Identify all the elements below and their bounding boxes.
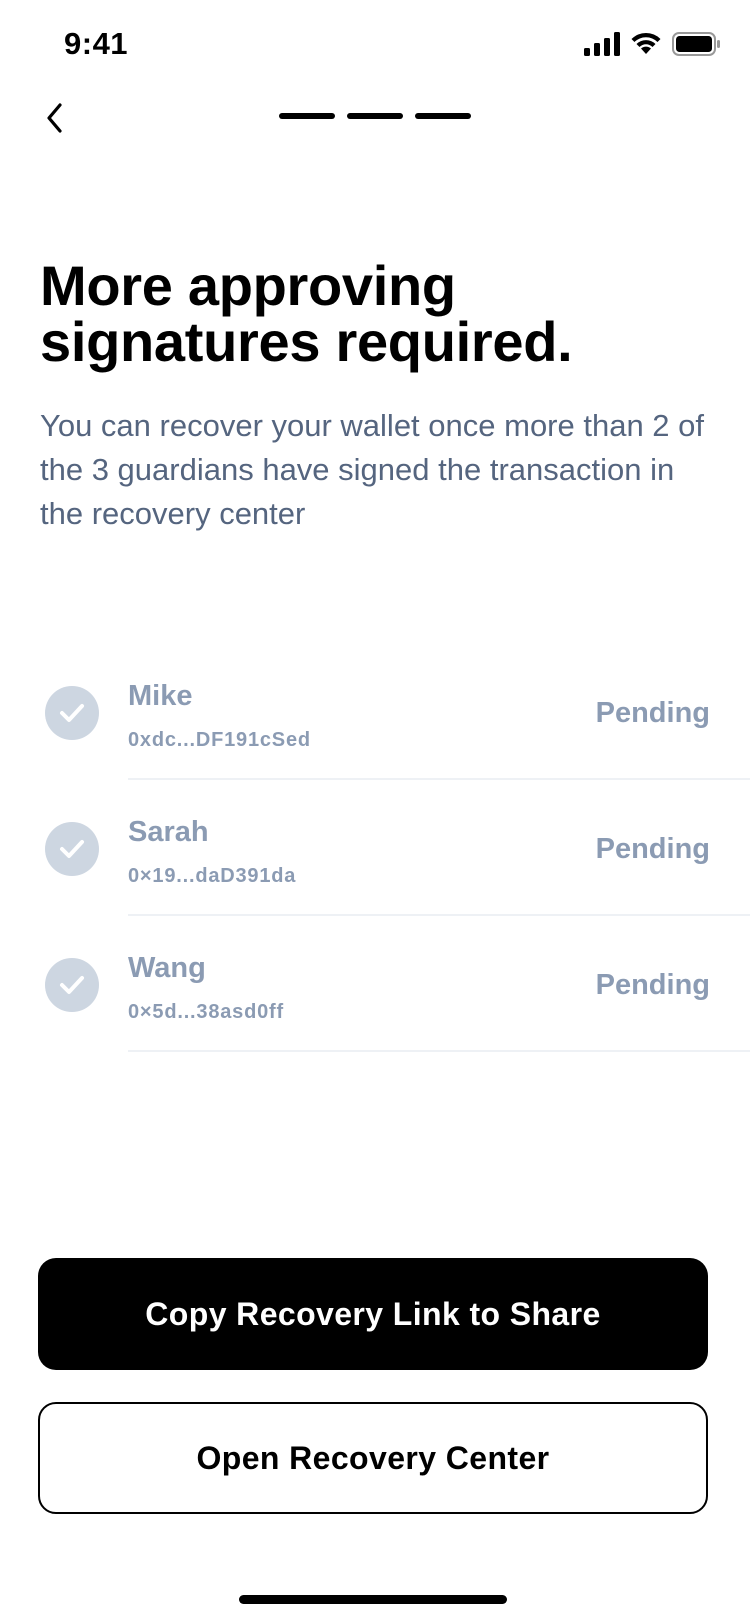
progress-indicator: [279, 113, 471, 119]
guardian-status: Pending: [595, 833, 710, 865]
guardian-address: 0×5d...38asd0ff: [128, 1001, 284, 1023]
guardian-name: Sarah: [128, 816, 209, 848]
chevron-left-icon: [47, 103, 62, 133]
open-recovery-center-button[interactable]: Open Recovery Center: [38, 1402, 708, 1514]
progress-step: [415, 113, 471, 119]
top-nav: [0, 90, 750, 142]
guardian-row: Sarah 0×19...daD391da Pending: [0, 780, 750, 916]
guardian-status: Pending: [595, 969, 710, 1001]
guardian-name: Mike: [128, 680, 193, 712]
cellular-signal-icon: [584, 32, 620, 56]
copy-recovery-link-button[interactable]: Copy Recovery Link to Share: [38, 1258, 708, 1370]
battery-icon: [672, 32, 720, 56]
check-circle-icon: [45, 686, 99, 740]
home-indicator: [239, 1595, 507, 1604]
guardian-name: Wang: [128, 952, 206, 984]
page-title: More approving signatures required.: [40, 254, 573, 373]
progress-step: [279, 113, 335, 119]
guardian-list: Mike 0xdc...DF191cSed Pending Sarah 0×19…: [0, 644, 750, 1052]
wifi-icon: [631, 32, 661, 54]
guardian-address: 0xdc...DF191cSed: [128, 729, 311, 751]
divider: [128, 1050, 750, 1052]
status-time: 9:41: [64, 26, 129, 61]
check-circle-icon: [45, 822, 99, 876]
guardian-address: 0×19...daD391da: [128, 865, 297, 887]
status-icons: [584, 32, 720, 56]
page-subtitle: You can recover your wallet once more th…: [40, 408, 705, 531]
check-circle-icon: [45, 958, 99, 1012]
back-button[interactable]: [38, 98, 72, 138]
guardian-status: Pending: [595, 697, 710, 729]
guardian-row: Wang 0×5d...38asd0ff Pending: [0, 916, 750, 1052]
progress-step: [347, 113, 403, 119]
guardian-row: Mike 0xdc...DF191cSed Pending: [0, 644, 750, 780]
status-bar: 9:41: [0, 0, 750, 90]
